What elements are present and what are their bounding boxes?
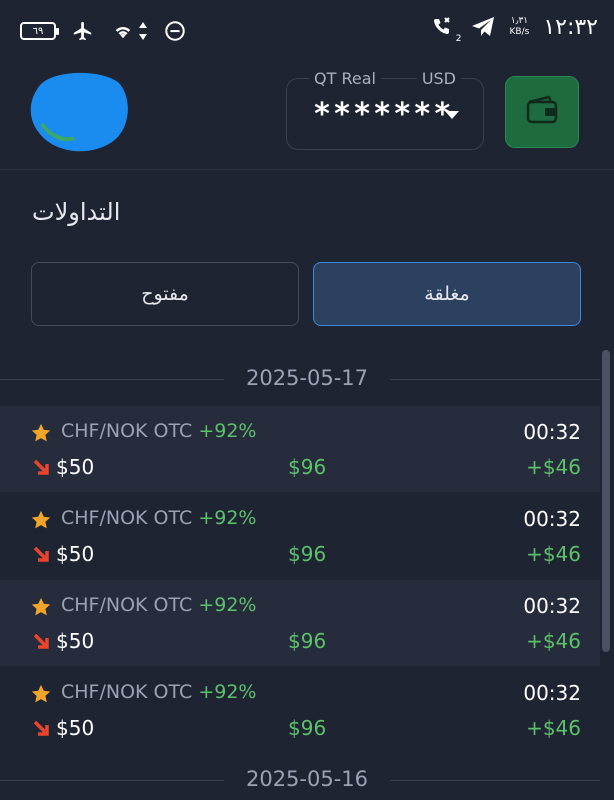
battery-icon: ٦٩ (20, 22, 59, 40)
trade-amount: $50 (56, 455, 95, 479)
wallet-icon (525, 95, 559, 129)
avatar[interactable] (28, 68, 132, 152)
trade-row[interactable]: CHF/NOK OTC +92% 00:32 $50 $96 +$46 (0, 667, 600, 753)
telegram-icon (470, 14, 496, 40)
arrow-down-right-icon (32, 458, 50, 476)
trade-payout: $96 (288, 542, 327, 566)
trade-profit: +$46 (526, 455, 581, 479)
chevron-down-icon[interactable] (445, 111, 459, 119)
trade-time: 00:32 (523, 420, 581, 444)
airplane-icon (70, 18, 96, 44)
date-separator: 2025-05-16 (0, 765, 600, 795)
star-icon[interactable] (30, 683, 52, 705)
trade-profit: +$46 (526, 542, 581, 566)
star-icon[interactable] (30, 509, 52, 531)
trade-pair-name: CHF/NOK OTC (61, 594, 193, 616)
app-header: QT Real USD ******* (0, 62, 614, 170)
star-icon[interactable] (30, 422, 52, 444)
trade-amount: $50 (56, 629, 95, 653)
trade-amount: $50 (56, 716, 95, 740)
currency-label: USD (416, 69, 461, 88)
trade-pair: CHF/NOK OTC +92% (61, 420, 256, 442)
date-label: 2025-05-16 (245, 767, 369, 791)
trade-time: 00:32 (523, 681, 581, 705)
do-not-disturb-icon (162, 18, 188, 44)
trade-pair: CHF/NOK OTC +92% (61, 681, 256, 703)
trade-pair-name: CHF/NOK OTC (61, 681, 193, 703)
sort-arrows-icon (138, 18, 148, 44)
account-type-label: QT Real (309, 69, 381, 88)
trade-percent: +92% (198, 681, 257, 703)
trade-pair: CHF/NOK OTC +92% (61, 507, 256, 529)
trade-percent: +92% (198, 594, 257, 616)
arrow-down-right-icon (32, 545, 50, 563)
battery-level: ٦٩ (32, 25, 44, 37)
balance-masked: ******* (313, 97, 454, 132)
trade-amount: $50 (56, 542, 95, 566)
tab-closed-label: مغلقة (424, 283, 470, 305)
trade-profit: +$46 (526, 629, 581, 653)
star-icon[interactable] (30, 596, 52, 618)
trade-row[interactable]: CHF/NOK OTC +92% 00:32 $50 $96 +$46 (0, 580, 600, 666)
scrollbar[interactable] (602, 350, 610, 652)
date-label: 2025-05-17 (245, 366, 369, 390)
trade-time: 00:32 (523, 594, 581, 618)
trade-pair-name: CHF/NOK OTC (61, 507, 193, 529)
missed-call-icon: 2 (430, 14, 462, 44)
tab-open-label: مفتوح (141, 283, 189, 305)
network-speed: ١٫٣١ KB/s (510, 16, 530, 38)
network-speed-value: ١٫٣١ (510, 16, 529, 26)
trade-payout: $96 (288, 629, 327, 653)
trade-time: 00:32 (523, 507, 581, 531)
trade-payout: $96 (288, 455, 327, 479)
wifi-icon (110, 18, 136, 44)
trade-profit: +$46 (526, 716, 581, 740)
trade-percent: +92% (198, 420, 257, 442)
trade-row[interactable]: CHF/NOK OTC +92% 00:32 $50 $96 +$46 (0, 493, 600, 579)
trade-pair: CHF/NOK OTC +92% (61, 594, 256, 616)
arrow-down-right-icon (32, 632, 50, 650)
page-title: التداولات (32, 198, 121, 226)
arrow-down-right-icon (32, 719, 50, 737)
trade-row[interactable]: CHF/NOK OTC +92% 00:32 $50 $96 +$46 (0, 406, 600, 492)
trade-payout: $96 (288, 716, 327, 740)
date-separator: 2025-05-17 (0, 364, 600, 394)
tab-closed[interactable]: مغلقة (313, 262, 581, 326)
account-selector[interactable]: QT Real USD ******* (286, 69, 484, 150)
trade-percent: +92% (198, 507, 257, 529)
network-speed-unit: KB/s (509, 27, 530, 37)
tab-open[interactable]: مفتوح (31, 262, 299, 326)
sim-badge: 2 (455, 34, 462, 44)
status-clock: ١٢:٣٢ (543, 14, 598, 40)
status-bar: ٦٩ 2 ١٫٣١ KB/s ١٢:٣٢ (0, 0, 614, 62)
trade-pair-name: CHF/NOK OTC (61, 420, 193, 442)
wallet-button[interactable] (505, 76, 579, 148)
